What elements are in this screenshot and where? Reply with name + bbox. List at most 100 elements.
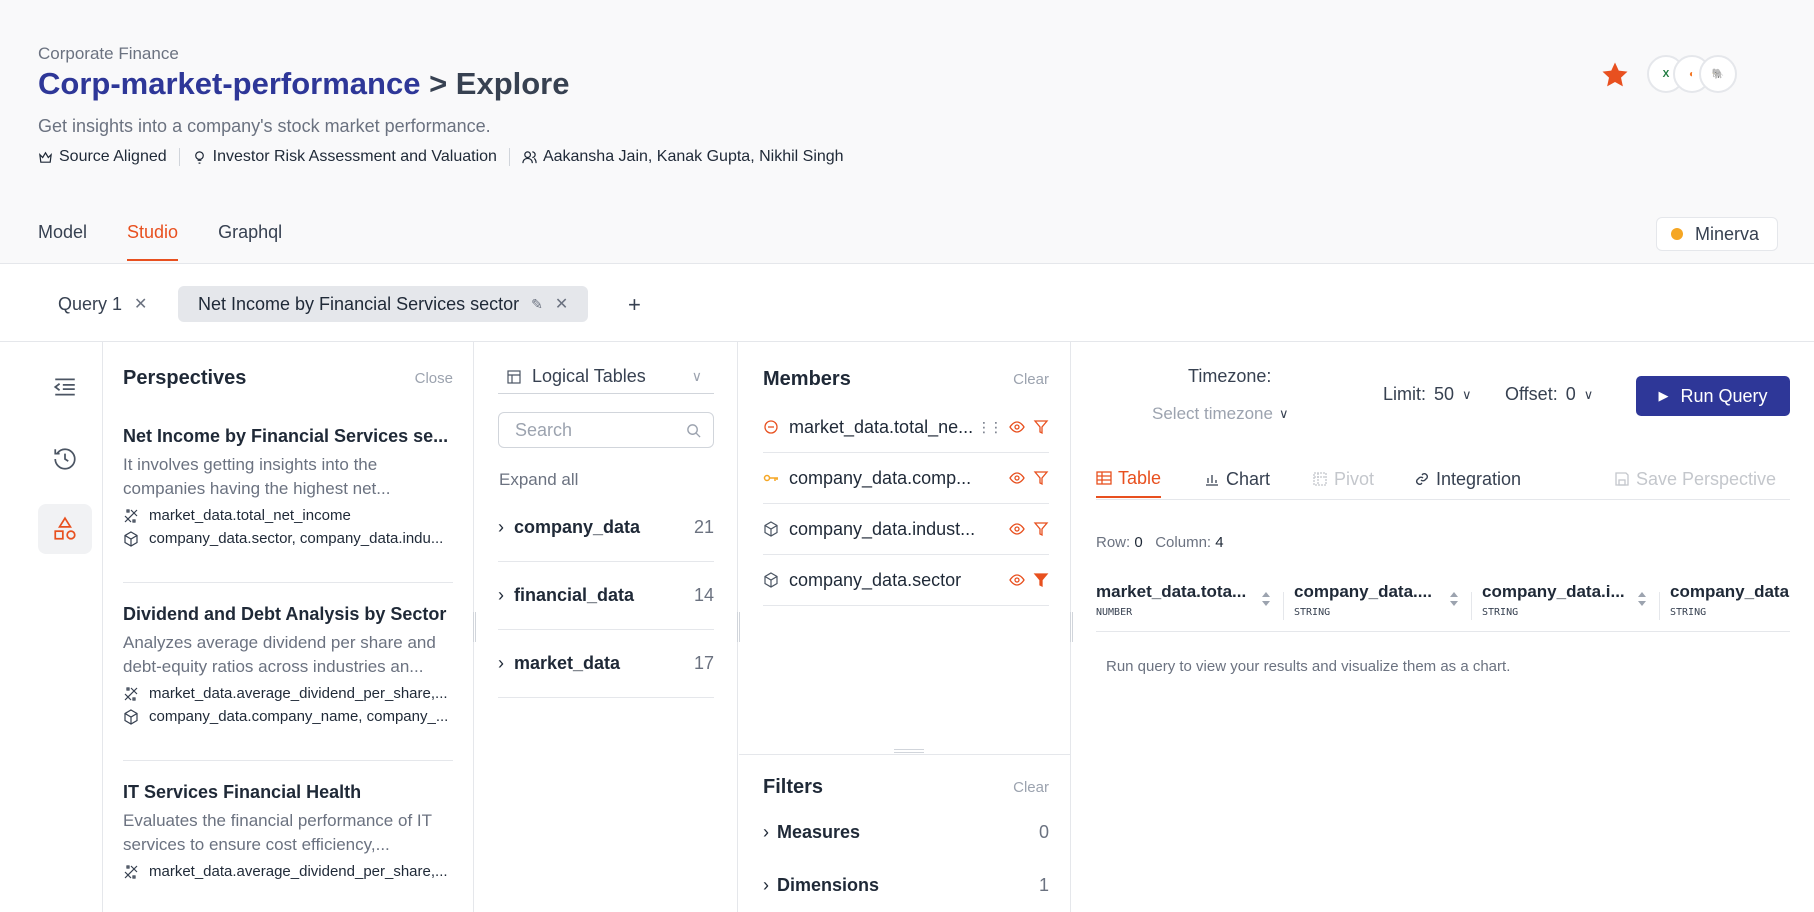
column-header[interactable]: company_data.... STRING (1294, 582, 1458, 618)
resize-handle[interactable] (894, 749, 924, 753)
table-row[interactable]: › market_data 17 (498, 630, 714, 698)
clear-filters-button[interactable]: Clear (1013, 779, 1049, 796)
play-icon: ▶ (1658, 388, 1669, 403)
sort-icon[interactable] (1448, 590, 1460, 613)
offset-control[interactable]: Offset: 0 ∨ (1505, 384, 1593, 405)
page-title: Corp-market-performance > Explore (38, 66, 570, 102)
cluster-selector[interactable]: Minerva (1656, 217, 1778, 251)
edit-icon[interactable]: ✎ (531, 296, 543, 313)
eye-icon[interactable] (1009, 419, 1025, 435)
meta-alignment: Source Aligned (38, 148, 180, 166)
query-tab-1[interactable]: Query 1 ✕ (38, 286, 167, 322)
add-query-button[interactable]: + (628, 292, 641, 318)
timezone-select[interactable]: Select timezone ∨ (1152, 404, 1288, 424)
tab-studio[interactable]: Studio (127, 222, 179, 261)
sort-icon[interactable] (1260, 590, 1272, 613)
measure-icon (124, 508, 138, 523)
column-header[interactable]: market_data.tota... NUMBER (1096, 582, 1270, 618)
eye-icon[interactable] (1009, 521, 1025, 537)
tab-table[interactable]: Table (1096, 460, 1162, 498)
members-panel: Members Clear market_data.total_ne... ⋮⋮… (739, 342, 1071, 912)
filters-header: Filters Clear (763, 776, 1049, 798)
chevron-right-icon: › (763, 875, 769, 895)
page-subtitle: Get insights into a company's stock mark… (38, 116, 491, 136)
search-input[interactable]: Search (498, 412, 714, 448)
tab-graphql[interactable]: Graphql (218, 222, 282, 261)
empty-results-message: Run query to view your results and visua… (1106, 658, 1511, 675)
table-row[interactable]: › company_data 21 (498, 494, 714, 562)
close-perspectives-button[interactable]: Close (415, 370, 453, 387)
save-perspective-button[interactable]: Save Perspective (1614, 460, 1776, 498)
member-row[interactable]: company_data.comp... (763, 453, 1049, 504)
clear-members-button[interactable]: Clear (1013, 371, 1049, 388)
close-icon[interactable]: ✕ (134, 294, 147, 314)
results-tabs: Table Chart Pivot Integration Save Persp… (1096, 460, 1790, 500)
tab-integration[interactable]: Integration (1414, 460, 1521, 498)
lightbulb-icon (194, 150, 204, 164)
chevron-down-icon: ∨ (1278, 406, 1289, 421)
column-header[interactable]: company_data.i... STRING (1482, 582, 1646, 618)
limit-control[interactable]: Limit: 50 ∨ (1383, 384, 1472, 405)
tab-pivot: Pivot (1312, 460, 1374, 498)
results-table-header: market_data.tota... NUMBER company_data.… (1096, 582, 1790, 632)
members-header: Members Clear (763, 368, 1049, 390)
column-header[interactable]: company_data STRING (1670, 582, 1790, 618)
close-icon[interactable]: ✕ (555, 294, 568, 314)
tab-model[interactable]: Model (38, 222, 87, 261)
meta-owners: Aakansha Jain, Kanak Gupta, Nikhil Singh (522, 148, 856, 166)
history-button[interactable] (38, 434, 92, 484)
table-icon (507, 369, 521, 384)
expand-all-link[interactable]: Expand all (499, 470, 578, 490)
shapes-icon (54, 516, 76, 540)
filter-measures[interactable]: › Measures 0 (763, 822, 1049, 843)
perspective-card[interactable]: Net Income by Financial Services se... I… (123, 426, 453, 547)
perspectives-header: Perspectives Close (123, 367, 453, 390)
crown-icon (39, 151, 52, 163)
run-query-button[interactable]: ▶ Run Query (1636, 376, 1790, 416)
collapse-sidebar-button[interactable] (38, 362, 92, 412)
member-row[interactable]: company_data.indust... (763, 504, 1049, 555)
perspective-card[interactable]: Dividend and Debt Analysis by Sector Ana… (123, 604, 453, 725)
tool-avatars: X ◐ 🐘 (1647, 55, 1737, 93)
link-icon (1416, 473, 1428, 485)
dimension-icon (124, 708, 138, 725)
table-icon (1096, 471, 1112, 485)
query-tab-2[interactable]: Net Income by Financial Services sector … (178, 286, 589, 322)
filter-active-icon[interactable] (1033, 572, 1049, 588)
indent-icon (53, 378, 75, 396)
filter-icon[interactable] (1033, 470, 1049, 486)
chevron-down-icon: ∨ (1462, 386, 1472, 402)
tab-chart[interactable]: Chart (1204, 460, 1270, 498)
breadcrumb[interactable]: Corporate Finance (38, 44, 179, 64)
chevron-right-icon: › (498, 653, 504, 673)
filter-icon[interactable] (1033, 419, 1049, 435)
member-row[interactable]: company_data.sector (763, 555, 1049, 606)
logical-tables-dropdown[interactable]: Logical Tables ∨ (498, 360, 714, 394)
filter-icon[interactable] (1033, 521, 1049, 537)
main-tabs: Model Studio Graphql (38, 222, 282, 261)
page-header: Corporate Finance Corp-market-performanc… (0, 0, 1814, 264)
bar-chart-icon (1206, 475, 1218, 486)
perspectives-button[interactable] (38, 504, 92, 554)
drag-handle-icon[interactable]: ⋮⋮ (977, 419, 1003, 436)
favorite-star-icon[interactable] (1600, 60, 1630, 90)
results-panel: Timezone: Select timezone ∨ Limit: 50 ∨ … (1072, 342, 1814, 912)
eye-icon[interactable] (1009, 470, 1025, 486)
measure-icon (124, 864, 138, 879)
measure-icon (764, 420, 778, 434)
perspective-card[interactable]: IT Services Financial Health Evaluates t… (123, 782, 453, 880)
users-icon (522, 150, 537, 163)
save-icon (1615, 472, 1629, 486)
left-rail (0, 342, 103, 912)
row-column-count: Row: 0 Column: 4 (1096, 534, 1224, 551)
eye-icon[interactable] (1009, 572, 1025, 588)
product-title[interactable]: Corp-market-performance (38, 66, 420, 101)
cluster-label: Minerva (1695, 223, 1760, 244)
postgres-icon[interactable]: 🐘 (1699, 55, 1737, 93)
timezone-label: Timezone: (1188, 366, 1272, 386)
perspectives-title: Perspectives (123, 367, 247, 389)
sort-icon[interactable] (1636, 590, 1648, 613)
member-row[interactable]: market_data.total_ne... ⋮⋮ (763, 402, 1049, 453)
filter-dimensions[interactable]: › Dimensions 1 (763, 875, 1049, 896)
table-row[interactable]: › financial_data 14 (498, 562, 714, 630)
